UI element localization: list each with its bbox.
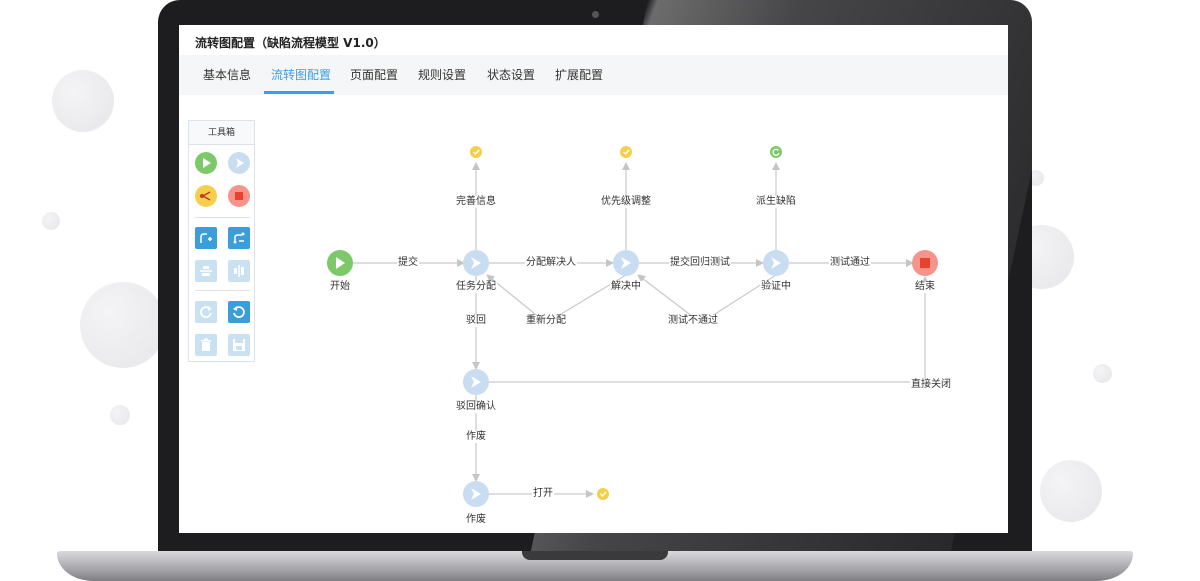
decor-bubble (110, 405, 130, 425)
laptop-mockup: 流转图配置（缺陷流程模型 V1.0） 基本信息 流转图配置 页面配置 规则设置 … (0, 0, 1200, 581)
decor-bubble (42, 212, 60, 230)
node-end-label: 结束 (914, 281, 936, 293)
decor-bubble (52, 70, 114, 132)
edge-label-reassign: 重新分配 (525, 315, 567, 327)
edge-label-test-pass: 测试通过 (829, 257, 871, 269)
node-reject-confirm[interactable] (463, 369, 489, 395)
node-assign[interactable] (463, 250, 489, 276)
flow-diagram (327, 146, 938, 507)
decor-bubble (1040, 460, 1102, 522)
status-label-adjust-priority: 优先级调整 (600, 196, 652, 208)
edge-close-direct[interactable] (488, 276, 929, 383)
camera-icon (592, 11, 599, 18)
status-label-derive-defect: 派生缺陷 (755, 196, 797, 208)
node-void[interactable] (463, 481, 489, 507)
status-check-adjust-priority[interactable] (620, 146, 632, 158)
status-derive-defect[interactable] (770, 146, 782, 158)
node-verify-label: 验证中 (760, 281, 792, 293)
status-label-improve-info: 完善信息 (455, 196, 497, 208)
edge-label-assign-resolver: 分配解决人 (525, 257, 577, 269)
app-screen: 流转图配置（缺陷流程模型 V1.0） 基本信息 流转图配置 页面配置 规则设置 … (179, 25, 1008, 533)
edge-label-test-fail: 测试不通过 (667, 315, 719, 327)
node-start-label: 开始 (329, 281, 351, 293)
node-resolve-label: 解决中 (610, 281, 642, 293)
node-verify[interactable] (763, 250, 789, 276)
decor-bubble (1093, 364, 1112, 383)
status-check-improve-info[interactable] (470, 146, 482, 158)
node-start[interactable] (327, 250, 353, 276)
edge-label-close-direct: 直接关闭 (910, 379, 952, 391)
node-end[interactable] (912, 250, 938, 276)
node-assign-label: 任务分配 (455, 281, 497, 293)
node-void-label: 作废 (465, 514, 487, 526)
edge-label-void: 作废 (465, 431, 487, 443)
edge-label-reject: 驳回 (465, 315, 487, 327)
node-reject-confirm-label: 驳回确认 (455, 401, 497, 413)
edge-label-open: 打开 (532, 488, 554, 500)
laptop-notch (522, 551, 668, 560)
edge-label-submit-regression: 提交回归测试 (669, 257, 731, 269)
status-check-open[interactable] (597, 488, 609, 500)
decor-bubble (80, 282, 166, 368)
edge-label-submit: 提交 (397, 257, 419, 269)
node-resolve[interactable] (613, 250, 639, 276)
